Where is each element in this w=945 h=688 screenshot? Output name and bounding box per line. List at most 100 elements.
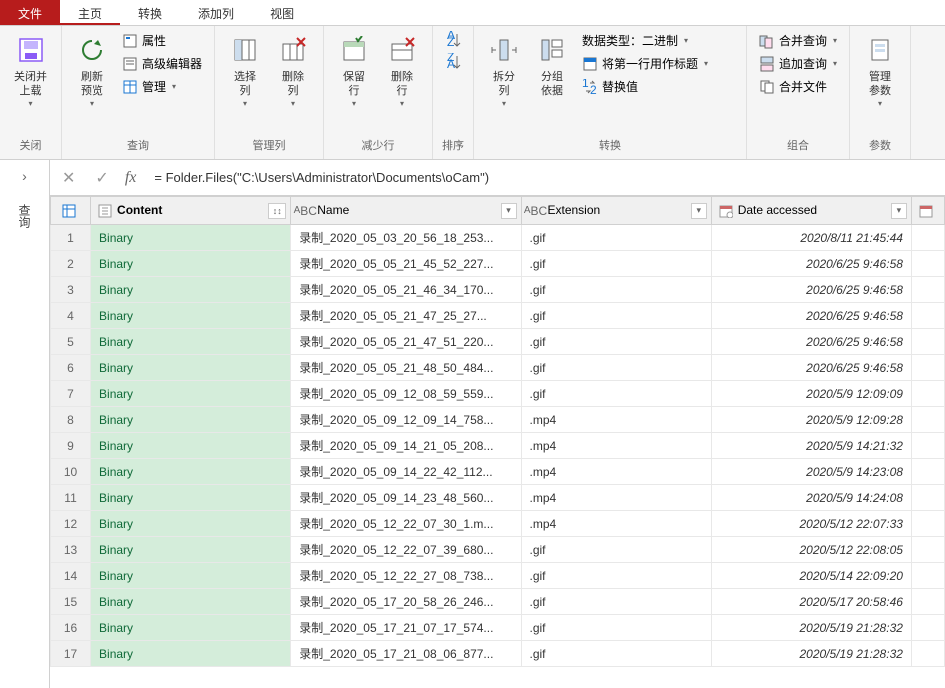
cell-extension[interactable]: .gif [521, 641, 711, 667]
confirm-formula-button[interactable]: ✓ [91, 168, 112, 188]
cell-date[interactable]: 2020/6/25 9:46:58 [711, 277, 911, 303]
table-row[interactable]: 7 Binary 录制_2020_05_09_12_08_59_559... .… [51, 381, 945, 407]
cell-more[interactable] [911, 459, 944, 485]
column-header-dateaccessed[interactable]: Date accessed [711, 197, 911, 225]
cell-name[interactable]: 录制_2020_05_03_20_56_18_253... [291, 225, 521, 251]
cell-content[interactable]: Binary [91, 303, 291, 329]
combine-files-button[interactable]: 合并文件 [755, 76, 841, 97]
table-row[interactable]: 15 Binary 录制_2020_05_17_20_58_26_246... … [51, 589, 945, 615]
cell-content[interactable]: Binary [91, 641, 291, 667]
table-row[interactable]: 12 Binary 录制_2020_05_12_22_07_30_1.m... … [51, 511, 945, 537]
cell-more[interactable] [911, 563, 944, 589]
row-number[interactable]: 6 [51, 355, 91, 381]
datatype-button[interactable]: 数据类型：二进制▾ [578, 30, 738, 51]
table-row[interactable]: 2 Binary 录制_2020_05_05_21_45_52_227... .… [51, 251, 945, 277]
row-number[interactable]: 12 [51, 511, 91, 537]
cell-name[interactable]: 录制_2020_05_12_22_07_30_1.m... [291, 511, 521, 537]
cell-date[interactable]: 2020/6/25 9:46:58 [711, 251, 911, 277]
cell-name[interactable]: 录制_2020_05_12_22_27_08_738... [291, 563, 521, 589]
cell-extension[interactable]: .gif [521, 303, 711, 329]
row-number[interactable]: 5 [51, 329, 91, 355]
expand-sidebar-button[interactable]: › [22, 168, 27, 184]
cell-date[interactable]: 2020/5/9 14:23:08 [711, 459, 911, 485]
cell-content[interactable]: Binary [91, 251, 291, 277]
tab-transform[interactable]: 转换 [120, 0, 180, 25]
sort-desc-button[interactable]: ZA [441, 52, 465, 72]
firstrow-headers-button[interactable]: 将第一行用作标题▾ [578, 53, 738, 74]
cell-content[interactable]: Binary [91, 433, 291, 459]
cell-name[interactable]: 录制_2020_05_05_21_47_51_220... [291, 329, 521, 355]
cell-date[interactable]: 2020/6/25 9:46:58 [711, 329, 911, 355]
table-row[interactable]: 17 Binary 录制_2020_05_17_21_08_06_877... … [51, 641, 945, 667]
cell-content[interactable]: Binary [91, 381, 291, 407]
column-header-more[interactable] [911, 197, 944, 225]
cell-name[interactable]: 录制_2020_05_05_21_46_34_170... [291, 277, 521, 303]
table-row[interactable]: 8 Binary 录制_2020_05_09_12_09_14_758... .… [51, 407, 945, 433]
properties-button[interactable]: 属性 [118, 30, 206, 51]
cell-content[interactable]: Binary [91, 485, 291, 511]
cell-more[interactable] [911, 641, 944, 667]
sort-asc-button[interactable]: AZ [441, 30, 465, 50]
cell-more[interactable] [911, 433, 944, 459]
cell-extension[interactable]: .gif [521, 615, 711, 641]
formula-input[interactable] [148, 168, 937, 187]
replace-values-button[interactable]: 12替换值 [578, 76, 738, 97]
table-row[interactable]: 14 Binary 录制_2020_05_12_22_27_08_738... … [51, 563, 945, 589]
cell-date[interactable]: 2020/5/9 12:09:09 [711, 381, 911, 407]
cell-content[interactable]: Binary [91, 615, 291, 641]
cell-extension[interactable]: .gif [521, 251, 711, 277]
cell-more[interactable] [911, 589, 944, 615]
row-number[interactable]: 3 [51, 277, 91, 303]
column-header-content[interactable]: Content↕↕ [91, 197, 291, 225]
cell-more[interactable] [911, 511, 944, 537]
cell-extension[interactable]: .gif [521, 355, 711, 381]
cell-name[interactable]: 录制_2020_05_12_22_07_39_680... [291, 537, 521, 563]
cell-extension[interactable]: .gif [521, 563, 711, 589]
row-number[interactable]: 17 [51, 641, 91, 667]
expand-content-button[interactable]: ↕↕ [268, 203, 286, 219]
table-row[interactable]: 5 Binary 录制_2020_05_05_21_47_51_220... .… [51, 329, 945, 355]
table-row[interactable]: 11 Binary 录制_2020_05_09_14_23_48_560... … [51, 485, 945, 511]
cell-date[interactable]: 2020/5/12 22:07:33 [711, 511, 911, 537]
row-number[interactable]: 16 [51, 615, 91, 641]
cell-content[interactable]: Binary [91, 563, 291, 589]
tab-file[interactable]: 文件 [0, 0, 60, 25]
cell-content[interactable]: Binary [91, 329, 291, 355]
table-row[interactable]: 13 Binary 录制_2020_05_12_22_07_39_680... … [51, 537, 945, 563]
filter-name-button[interactable] [501, 203, 517, 219]
cell-extension[interactable]: .mp4 [521, 433, 711, 459]
cell-extension[interactable]: .gif [521, 381, 711, 407]
cell-content[interactable]: Binary [91, 537, 291, 563]
cell-extension[interactable]: .gif [521, 277, 711, 303]
cell-extension[interactable]: .mp4 [521, 459, 711, 485]
cell-date[interactable]: 2020/5/17 20:58:46 [711, 589, 911, 615]
table-row[interactable]: 4 Binary 录制_2020_05_05_21_47_25_27... .g… [51, 303, 945, 329]
cell-extension[interactable]: .mp4 [521, 407, 711, 433]
close-load-button[interactable]: 关闭并 上载 ▾ [8, 30, 53, 112]
cell-more[interactable] [911, 381, 944, 407]
cell-extension[interactable]: .gif [521, 225, 711, 251]
filter-extension-button[interactable] [691, 203, 707, 219]
column-header-extension[interactable]: ABCExtension [521, 197, 711, 225]
cell-date[interactable]: 2020/5/9 14:24:08 [711, 485, 911, 511]
split-column-button[interactable]: 拆分 列 ▾ [482, 30, 526, 112]
table-row[interactable]: 10 Binary 录制_2020_05_09_14_22_42_112... … [51, 459, 945, 485]
row-number[interactable]: 1 [51, 225, 91, 251]
cell-extension[interactable]: .gif [521, 589, 711, 615]
column-header-name[interactable]: ABCName [291, 197, 521, 225]
cell-more[interactable] [911, 329, 944, 355]
merge-queries-button[interactable]: 合并查询▾ [755, 30, 841, 51]
cell-date[interactable]: 2020/5/9 14:21:32 [711, 433, 911, 459]
cell-date[interactable]: 2020/5/9 12:09:28 [711, 407, 911, 433]
cell-extension[interactable]: .gif [521, 537, 711, 563]
cell-more[interactable] [911, 225, 944, 251]
cell-content[interactable]: Binary [91, 459, 291, 485]
row-number[interactable]: 11 [51, 485, 91, 511]
cell-more[interactable] [911, 277, 944, 303]
cell-content[interactable]: Binary [91, 407, 291, 433]
remove-columns-button[interactable]: 删除 列 ▾ [271, 30, 315, 112]
cancel-formula-button[interactable]: ✕ [58, 168, 79, 188]
cell-extension[interactable]: .gif [521, 329, 711, 355]
row-number[interactable]: 10 [51, 459, 91, 485]
cell-name[interactable]: 录制_2020_05_05_21_47_25_27... [291, 303, 521, 329]
